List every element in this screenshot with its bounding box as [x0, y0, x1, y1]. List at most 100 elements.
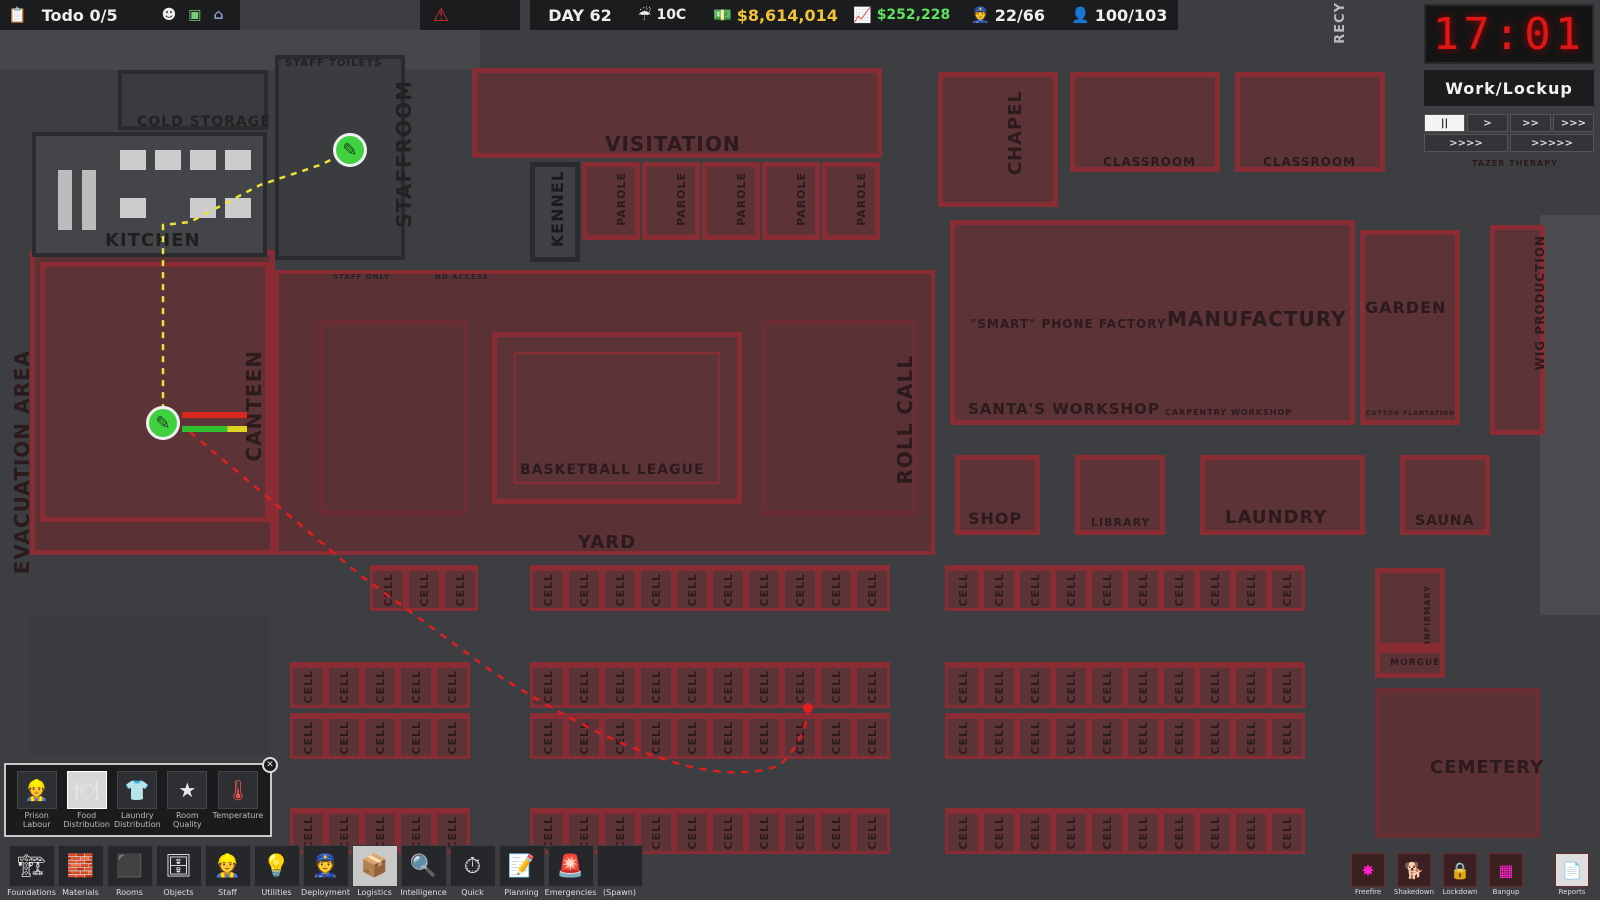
cell-label: CELL [577, 572, 591, 607]
spawn-button[interactable]: (Spawn) [596, 845, 643, 900]
parole-label-5: PAROLE [855, 172, 868, 226]
cell-room: CELL [1197, 662, 1233, 708]
cell-label: CELL [1244, 572, 1258, 607]
cell-label: CELL [1064, 720, 1078, 755]
shakedown-button[interactable]: 🐕 Shakedown [1394, 853, 1434, 896]
temperature-button[interactable]: 🌡 Temperature [212, 771, 264, 829]
freefire-label: Freefire [1354, 888, 1382, 896]
smartphone-factory-label: "SMART" PHONE FACTORY [970, 317, 1167, 331]
cell-label: CELL [445, 720, 459, 755]
freefire-button[interactable]: ✸ Freefire [1348, 853, 1388, 896]
cell-block-5: CELL CELL CELL CELL CELL CELL CELL CELL CELL CELL [945, 662, 1305, 708]
cell-room: CELL [1053, 662, 1089, 708]
library-label: LIBRARY [1091, 516, 1151, 529]
income-readout[interactable]: 📈 $252,228 [845, 0, 963, 30]
cell-label: CELL [865, 815, 879, 850]
warning-icon[interactable]: ⚠ [433, 5, 449, 26]
cell-room: CELL [1053, 808, 1089, 854]
speed-2-button[interactable]: >> [1510, 114, 1551, 132]
cell-block-1: CELL CELL CELL CELL CELL CELL CELL CELL CELL CELL [530, 565, 890, 611]
game-clock: 17:01 [1424, 4, 1594, 64]
prisoner-face-icon[interactable]: ☻ [162, 7, 177, 23]
cell-room: CELL [746, 808, 782, 854]
laundry-distribution-button[interactable]: 👕 Laundry Distribution [114, 771, 161, 829]
cell-room: CELL [1089, 662, 1125, 708]
prison-labour-button[interactable]: 👷 Prison Labour [14, 771, 59, 829]
chapel-label: CHAPEL [1005, 90, 1026, 176]
pause-button[interactable]: || [1424, 114, 1465, 132]
logistics-button[interactable]: 📦 Logistics [351, 845, 398, 900]
cell-block-6: CELL CELL CELL CELL CELL [290, 713, 470, 759]
spawn-icon [596, 845, 643, 887]
cell-room: CELL [746, 713, 782, 759]
parole-room-2 [642, 162, 700, 240]
prisoners-readout[interactable]: 👤 100/103 [1063, 0, 1178, 30]
intelligence-button[interactable]: 🔍 Intelligence [400, 845, 447, 900]
quick-button[interactable]: ⏱ Quick [449, 845, 496, 900]
cell-label: CELL [865, 572, 879, 607]
report-icon[interactable]: ▣ [188, 7, 201, 23]
reports-button[interactable]: 📄 Reports [1552, 853, 1592, 896]
cell-label: CELL [453, 572, 467, 607]
emergencies-button[interactable]: 🚨 Emergencies [545, 845, 596, 900]
logistics-popup: 👷 Prison Labour 🍽 Food Distribution 👕 La… [4, 757, 278, 837]
materials-label: Materials [62, 888, 99, 897]
cell-room: CELL [1161, 713, 1197, 759]
speed-controls-row-1: || > >> >>> [1424, 114, 1594, 132]
cell-block-2: CELL CELL CELL CELL CELL CELL CELL CELL CELL CELL [945, 565, 1305, 611]
planning-button[interactable]: 📝 Planning [498, 845, 545, 900]
regime-label[interactable]: Work/Lockup [1424, 70, 1594, 106]
todo-button[interactable]: 📋 Todo 0/5 ☻ ▣ ⌂ [0, 0, 240, 30]
garden-label: GARDEN [1365, 298, 1447, 317]
clock-panel: 17:01 Work/Lockup || > >> >>> >>>> >>>>> [1424, 4, 1594, 152]
bangup-button[interactable]: ▦ Bangup [1486, 853, 1526, 896]
shop-label: SHOP [968, 509, 1023, 528]
kitchen-appliances [50, 150, 260, 255]
cell-room: CELL [945, 808, 981, 854]
cell-label: CELL [1172, 720, 1186, 755]
cell-room: CELL [1269, 808, 1305, 854]
delivery-point-canteen-icon[interactable]: ✎ [146, 406, 180, 440]
canteen-room [40, 262, 270, 522]
staff-toilets-label: STAFF TOILETS [285, 58, 383, 69]
objects-button[interactable]: 🗄 Objects [155, 845, 202, 900]
close-popup-icon[interactable]: ✕ [262, 757, 278, 773]
cell-label: CELL [1100, 572, 1114, 607]
deployment-button[interactable]: 👮 Deployment [301, 845, 350, 900]
cell-label: CELL [1244, 815, 1258, 850]
cell-label: CELL [1028, 669, 1042, 704]
logistics-label: Logistics [357, 888, 392, 897]
speed-4-button[interactable]: >>>> [1424, 134, 1508, 152]
guards-readout[interactable]: 👮 22/66 [963, 0, 1063, 30]
utilities-button[interactable]: 💡 Utilities [253, 845, 300, 900]
cell-label: CELL [1244, 669, 1258, 704]
building-icon[interactable]: ⌂ [213, 7, 223, 23]
room-quality-button[interactable]: ★ Room Quality [165, 771, 210, 829]
staff-button[interactable]: 👷 Staff [204, 845, 251, 900]
cell-room: CELL [710, 808, 746, 854]
cell-label: CELL [613, 669, 627, 704]
cell-room: CELL [1017, 565, 1053, 611]
food-distribution-button[interactable]: 🍽 Food Distribution [63, 771, 110, 829]
temperature-label-popup: Temperature [212, 811, 264, 820]
cell-label: CELL [685, 720, 699, 755]
speed-3-button[interactable]: >>> [1553, 114, 1594, 132]
speed-1-button[interactable]: > [1467, 114, 1508, 132]
cell-label: CELL [956, 669, 970, 704]
room-quality-icon: ★ [167, 771, 208, 809]
santas-workshop-label: SANTA'S WORKSHOP [968, 400, 1160, 418]
cell-label: CELL [956, 815, 970, 850]
alert-box[interactable]: ⚠ [420, 0, 520, 30]
foundations-button[interactable]: 🏗 Foundations [7, 845, 56, 900]
rooms-button[interactable]: ⬛ Rooms [106, 845, 153, 900]
guards-label: 22/66 [994, 5, 1046, 25]
staff-only-label: STAFF ONLY [333, 273, 390, 281]
lockdown-button[interactable]: 🔒 Lockdown [1440, 853, 1480, 896]
balance-readout[interactable]: 💵 $8,614,014 [705, 0, 845, 30]
cell-room: CELL [326, 662, 362, 708]
speed-5-button[interactable]: >>>>> [1510, 134, 1594, 152]
delivery-point-kitchen-icon[interactable]: ✎ [333, 133, 367, 167]
materials-button[interactable]: 🧱 Materials [57, 845, 104, 900]
cell-label: CELL [1100, 669, 1114, 704]
carpentry-workshop-label: CARPENTRY WORKSHOP [1165, 408, 1293, 417]
